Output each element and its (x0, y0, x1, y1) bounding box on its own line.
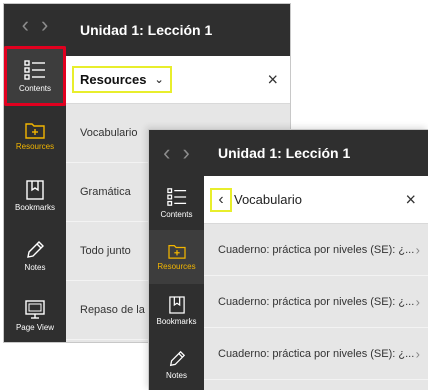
next-arrow-icon[interactable]: › (41, 12, 48, 38)
rail-contents-button[interactable]: Contents (4, 46, 66, 106)
contents-list-icon (166, 188, 186, 206)
prev-arrow-icon[interactable]: ‹ (22, 12, 29, 38)
screenshot-stage: ‹ › Contents Resources Bookmarks Notes P… (0, 0, 428, 390)
resources-dropdown-label: Resources (80, 72, 147, 87)
resources-header: Resources ⌄ × (66, 56, 290, 104)
rail-resources-label: Resources (157, 262, 196, 271)
rail-contents-button[interactable]: Contents (149, 176, 204, 230)
rail-resources-label: Resources (15, 142, 55, 151)
bookmark-icon (26, 180, 44, 200)
rail-resources-button[interactable]: Resources (4, 106, 66, 166)
rail-bookmarks-button[interactable]: Bookmarks (4, 166, 66, 226)
rail-page-view-button[interactable]: Page View (4, 286, 66, 342)
vocabulario-header: ‹ Vocabulario × (204, 176, 428, 224)
rail-bookmarks-label: Bookmarks (14, 203, 55, 212)
next-arrow-icon[interactable]: › (183, 140, 190, 166)
chevron-right-icon: › (415, 346, 420, 361)
chevron-right-icon: › (415, 294, 420, 309)
rail-notes-label: Notes (24, 263, 46, 272)
pencil-icon (27, 241, 44, 258)
rail-notes-button[interactable]: Notes (149, 338, 204, 390)
rail-contents-label: Contents (160, 210, 193, 219)
side-rail: ‹ › Contents (149, 130, 204, 390)
monitor-icon (25, 300, 45, 319)
rail-bookmarks-label: Bookmarks (156, 317, 197, 326)
nav-arrows: ‹ › (149, 130, 204, 176)
close-icon[interactable]: × (267, 69, 278, 90)
list-item[interactable]: Cuaderno: práctica por niveles (SE): ¿..… (204, 328, 428, 380)
rail-bookmarks-button[interactable]: Bookmarks (149, 284, 204, 338)
front-panel: ‹ › Contents Resources Bookmarks Notes U… (148, 129, 428, 390)
rail-notes-button[interactable]: Notes (4, 226, 66, 286)
folder-plus-icon (167, 245, 186, 259)
rail-page-view-label: Page View (15, 323, 55, 332)
chevron-right-icon: › (415, 242, 420, 257)
folder-plus-icon (25, 123, 45, 139)
list-item[interactable]: Cuaderno: práctica por niveles (SE): ¿..… (204, 224, 428, 276)
rail-resources-button[interactable]: Resources (149, 230, 204, 284)
bookmark-icon (168, 296, 185, 314)
front-content: Unidad 1: Lección 1 ‹ Vocabulario × Cuad… (204, 130, 428, 390)
nav-arrows: ‹ › (4, 4, 66, 46)
lesson-title: Unidad 1: Lección 1 (66, 4, 290, 56)
lesson-title: Unidad 1: Lección 1 (204, 130, 428, 176)
prev-arrow-icon[interactable]: ‹ (163, 140, 170, 166)
list-item[interactable]: Cuaderno: práctica por niveles (SE): ¿..… (204, 276, 428, 328)
rail-notes-label: Notes (166, 371, 187, 380)
chevron-down-icon: ⌄ (154, 74, 164, 86)
red-highlight-box (4, 46, 66, 106)
pencil-icon (169, 350, 185, 367)
list-item-label: Cuaderno: práctica por niveles (SE): ¿..… (218, 295, 415, 308)
vocabulario-list: Cuaderno: práctica por niveles (SE): ¿..… (204, 224, 428, 390)
section-title: Vocabulario (234, 192, 302, 207)
side-rail: ‹ › Contents (4, 4, 66, 342)
resources-dropdown[interactable]: Resources ⌄ (72, 66, 172, 93)
back-button[interactable]: ‹ (210, 187, 232, 212)
list-item-label: Cuaderno: práctica por niveles (SE): ¿..… (218, 347, 415, 360)
close-icon[interactable]: × (405, 189, 416, 210)
list-item-label: Cuaderno: práctica por niveles (SE): ¿..… (218, 243, 415, 256)
chevron-left-icon: ‹ (218, 190, 224, 208)
